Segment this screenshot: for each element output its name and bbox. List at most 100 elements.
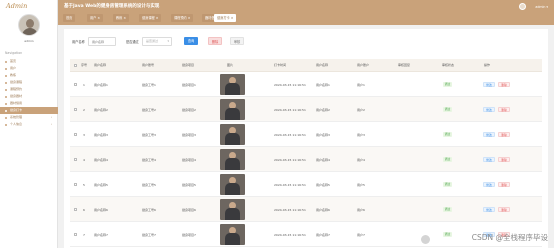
sidebar-item-label: 健身打卡 <box>10 108 23 112</box>
checkin-photo[interactable] <box>220 199 245 220</box>
cell-account: 健身工号3 <box>142 132 156 137</box>
sidebar-item-equipment[interactable]: 健身器材 <box>0 93 58 100</box>
row-checkbox[interactable] <box>74 233 77 236</box>
row-delete-button[interactable]: 删除 <box>498 207 510 212</box>
row-checkbox[interactable] <box>74 133 77 136</box>
watermark: CSDN @全栈程序毕设 <box>471 233 548 242</box>
sidebar-item-profile[interactable]: 个人信息 › <box>0 121 58 128</box>
main-content: 用户名称 是否通过 是否通过 ▾ 查询 删除 审核 序号 用户名称 用户账号 健… <box>58 25 554 248</box>
row-delete-button[interactable]: 删除 <box>498 157 510 162</box>
sidebar-item-bookings[interactable]: 课程预约 <box>0 86 58 93</box>
cell-checkin-time: 2024-03-15 11:16:51 <box>274 132 306 137</box>
row-delete-button[interactable]: 删除 <box>498 132 510 137</box>
cell-index: 6 <box>83 207 85 212</box>
tab-checkin[interactable]: 健身打卡 × <box>214 14 237 22</box>
admin-avatar[interactable] <box>18 14 40 36</box>
edit-button[interactable]: 修改 <box>483 182 495 187</box>
cell-user-account: 用户7 <box>357 232 365 237</box>
cell-username: 用户名称1 <box>94 82 108 87</box>
sidebar-item-checkin[interactable]: 健身打卡 <box>0 107 58 114</box>
edit-button[interactable]: 修改 <box>483 132 495 137</box>
row-checkbox[interactable] <box>74 108 77 111</box>
checkin-photo[interactable] <box>220 149 245 170</box>
borrow-icon <box>5 102 8 105</box>
sidebar-item-label: 健身器材 <box>10 94 23 98</box>
row-delete-button[interactable]: 删除 <box>498 107 510 112</box>
column-header: 用户名称 <box>94 63 107 67</box>
column-header: 用户账号 <box>142 63 155 67</box>
edit-button[interactable]: 修改 <box>483 207 495 212</box>
review-button[interactable]: 审核 <box>230 37 244 45</box>
cell-account: 健身工号4 <box>142 157 156 162</box>
table-row: 5 用户名称5 健身工号5 健身项目5 2024-03-15 11:16:51 用户名称5… <box>70 172 542 197</box>
search-label-username: 用户名称 <box>72 39 85 44</box>
cell-user-name: 用户名称3 <box>316 132 330 137</box>
course-icon <box>5 81 8 84</box>
sidebar-item-coach[interactable]: 教练 <box>0 72 58 79</box>
checkin-photo[interactable] <box>220 99 245 120</box>
cell-user-account: 用户4 <box>357 157 365 162</box>
tab-courses[interactable]: 健身课程 × <box>139 14 162 22</box>
cell-checkin-time: 2024-03-15 11:16:51 <box>274 232 306 237</box>
checkin-photo[interactable] <box>220 124 245 145</box>
chevron-right-icon: › <box>50 115 52 119</box>
edit-button[interactable]: 修改 <box>483 82 495 87</box>
status-badge: 通过 <box>443 232 452 237</box>
cell-index: 7 <box>83 232 85 237</box>
row-checkbox[interactable] <box>74 208 77 211</box>
column-header: 打卡时间 <box>274 63 287 67</box>
delete-button[interactable]: 删除 <box>208 37 222 45</box>
username-search-input[interactable] <box>88 37 116 46</box>
cell-username: 用户名称4 <box>94 157 108 162</box>
user-avatar[interactable] <box>519 3 526 10</box>
chevron-right-icon: › <box>50 122 52 126</box>
edit-button[interactable]: 修改 <box>483 157 495 162</box>
search-button[interactable]: 查询 <box>184 37 198 45</box>
app-logo: Admin <box>6 2 28 10</box>
column-header: 用户名称 <box>316 63 329 67</box>
row-checkbox[interactable] <box>74 83 77 86</box>
column-header: 用户账户 <box>357 63 370 67</box>
table-header: 序号 用户名称 用户账号 健身项目 图片 打卡时间 用户名称 用户账户 审核回复… <box>70 59 542 72</box>
tab-bookings[interactable]: 课程预约 × <box>171 14 194 22</box>
user-name[interactable]: admin ▾ <box>535 5 548 9</box>
home-icon <box>5 60 8 63</box>
tab-users[interactable]: 用户 × <box>87 14 104 22</box>
sidebar-item-courses[interactable]: 健身课程 <box>0 79 58 86</box>
sidebar-item-borrow[interactable]: 器材借用 <box>0 100 58 107</box>
cell-project: 健身项目4 <box>182 157 196 162</box>
tab-coach[interactable]: 教练 × <box>113 14 130 22</box>
page-title: 基于Java Web的健身房管理系统的设计与实现 <box>64 4 160 9</box>
select-all-checkbox[interactable] <box>74 64 77 67</box>
row-delete-button[interactable]: 删除 <box>498 82 510 87</box>
sidebar-item-system[interactable]: 系统管理 › <box>0 114 58 121</box>
tab-home[interactable]: 首页 <box>63 14 76 22</box>
row-delete-button[interactable]: 删除 <box>498 182 510 187</box>
chevron-down-icon: ▾ <box>167 39 169 43</box>
sidebar-item-home[interactable]: 首页 <box>0 58 58 65</box>
checkin-photo[interactable] <box>220 224 245 245</box>
csdn-logo-icon <box>421 235 430 244</box>
column-header: 审核状态 <box>442 63 455 67</box>
sidebar-item-label: 系统管理 <box>10 115 23 119</box>
cell-username: 用户名称3 <box>94 132 108 137</box>
cell-project: 健身项目1 <box>182 82 196 87</box>
row-checkbox[interactable] <box>74 183 77 186</box>
table-row: 3 用户名称3 健身工号3 健身项目3 2024-03-15 11:16:51 用户名称3… <box>70 122 542 147</box>
sidebar-item-label: 首页 <box>10 59 17 63</box>
sidebar-item-label: 课程预约 <box>10 87 23 91</box>
status-badge: 通过 <box>443 132 452 137</box>
status-badge: 通过 <box>443 82 452 87</box>
status-select[interactable]: 是否通过 ▾ <box>142 37 172 46</box>
cell-checkin-time: 2024-03-15 11:16:51 <box>274 182 306 187</box>
table-row: 6 用户名称6 健身工号6 健身项目6 2024-03-15 11:16:51 用户名称6… <box>70 197 542 222</box>
sidebar-menu: 首页 用户 教练 健身课程 课程预约 健身器材 器材借用 健身打卡 系统管理 › … <box>0 58 58 128</box>
cell-user-account: 用户1 <box>357 82 365 87</box>
row-checkbox[interactable] <box>74 158 77 161</box>
edit-button[interactable]: 修改 <box>483 107 495 112</box>
sidebar-item-users[interactable]: 用户 <box>0 65 58 72</box>
admin-name: admin <box>24 39 34 43</box>
checkin-photo[interactable] <box>220 174 245 195</box>
table-row: 1 用户名称1 健身工号1 健身项目1 2024-03-15 11:16:51 用户名称1… <box>70 72 542 97</box>
checkin-photo[interactable] <box>220 74 245 95</box>
